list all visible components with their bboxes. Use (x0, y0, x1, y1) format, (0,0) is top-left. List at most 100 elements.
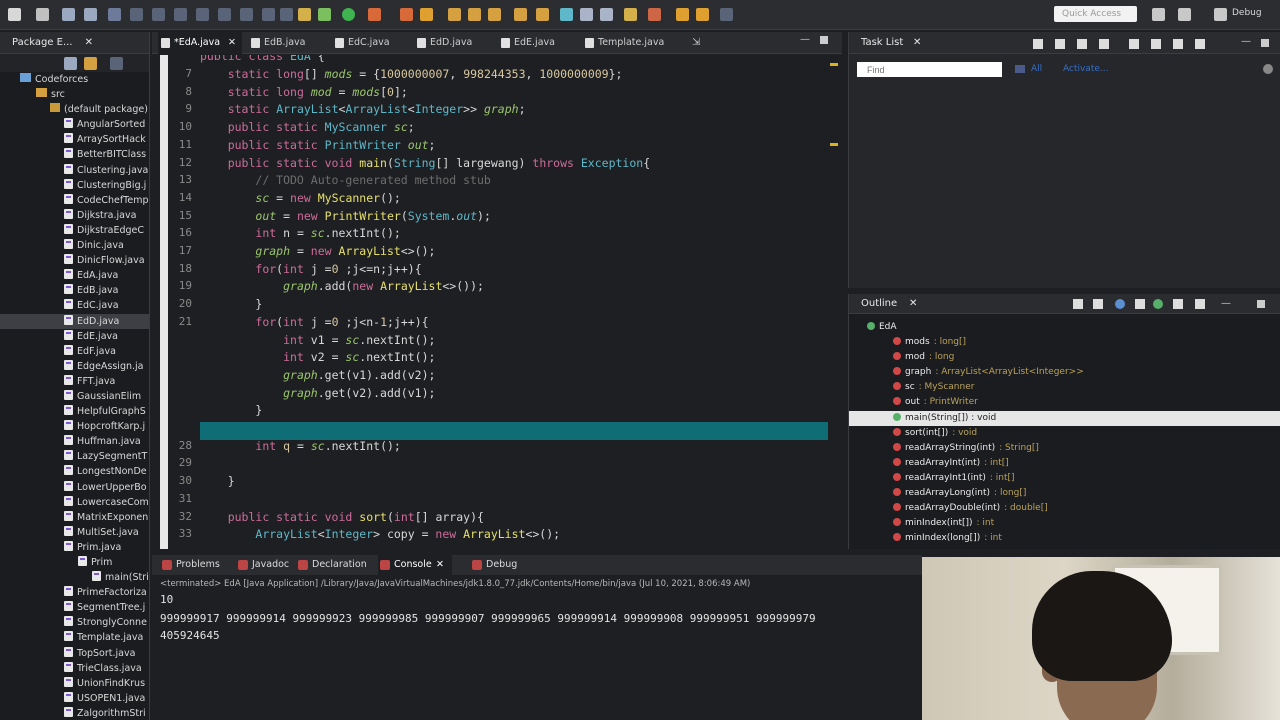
tasks-collapse-icon[interactable] (1077, 39, 1087, 49)
run-icon[interactable] (342, 8, 355, 21)
step-into-icon[interactable] (218, 8, 231, 21)
open-perspective-icon[interactable] (1152, 8, 1165, 21)
file-node[interactable]: FFT.java (0, 374, 149, 389)
file-node[interactable]: PrimeFactoriza (0, 585, 149, 600)
quick-access-input[interactable]: Quick Access (1054, 6, 1137, 22)
forward-icon[interactable] (696, 8, 709, 21)
file-node[interactable]: HelpfulGraphS (0, 404, 149, 419)
outline-member[interactable]: out: PrintWriter (849, 395, 1280, 410)
task-all-link[interactable]: All (1031, 64, 1042, 74)
tab-debug[interactable]: Debug (470, 555, 530, 575)
disconnect-icon[interactable] (196, 8, 209, 21)
file-node[interactable]: MatrixExponen (0, 510, 149, 525)
use-step-filters-icon[interactable] (298, 8, 311, 21)
debug-perspective-icon[interactable] (1214, 8, 1227, 21)
tasks-sync-icon[interactable] (1129, 39, 1139, 49)
task-find-input[interactable] (857, 62, 1002, 77)
file-node[interactable]: LongestNonDe (0, 464, 149, 479)
file-node[interactable]: ArraySortHack (0, 132, 149, 147)
file-node[interactable]: Prim (0, 555, 149, 570)
code-editor[interactable]: 7 8 9 10 11 12 13 14 15 16 17 18 19 20 21 28 29 30 31 32 33 … (152, 55, 842, 549)
tasks-filter-icon[interactable] (1055, 39, 1065, 49)
new-icon[interactable] (8, 8, 21, 21)
hide-static-icon[interactable] (1135, 299, 1145, 309)
file-node[interactable]: ZalgorithmStri (0, 706, 149, 720)
file-node[interactable]: UnionFindKrus (0, 676, 149, 691)
maximize-editor-icon[interactable] (820, 36, 828, 44)
outline-member[interactable]: minIndex(int[]): int (849, 516, 1280, 531)
print-icon[interactable] (84, 8, 97, 21)
tab-edd[interactable]: EdD.java (414, 32, 488, 54)
project-node[interactable]: Codeforces (0, 72, 149, 87)
file-node[interactable]: BetterBITClass (0, 147, 149, 162)
hide-fields-icon[interactable] (1115, 299, 1125, 309)
hide-local-types-icon[interactable] (1173, 299, 1183, 309)
warning-marker[interactable] (830, 143, 838, 146)
file-node[interactable]: LowercaseComme (0, 495, 149, 510)
file-node[interactable]: DinicFlow.java (0, 253, 149, 268)
task-activate-link[interactable]: Activate... (1063, 64, 1108, 74)
file-node[interactable]: USOPEN1.java (0, 691, 149, 706)
tab-template[interactable]: Template.java (582, 32, 682, 54)
sort-icon[interactable] (1093, 299, 1103, 309)
tab-javadoc[interactable]: Javadoc (236, 555, 296, 575)
collapse-all-icon[interactable] (64, 57, 77, 70)
terminate-icon[interactable] (174, 8, 187, 21)
open-task-icon[interactable] (536, 8, 549, 21)
new-class-icon[interactable] (468, 8, 481, 21)
debug-icon[interactable] (318, 8, 331, 21)
tasks-focus-icon[interactable] (1099, 39, 1109, 49)
tab-edc[interactable]: EdC.java (332, 32, 406, 54)
file-node[interactable]: EdF.java (0, 344, 149, 359)
outline-member[interactable]: readArrayInt1(int): int[] (849, 471, 1280, 486)
default-package-node[interactable]: (default package) (0, 102, 149, 117)
file-node[interactable]: SegmentTree.j (0, 600, 149, 615)
file-node[interactable]: TopSort.java (0, 646, 149, 661)
warning-marker[interactable] (830, 63, 838, 66)
new-package-icon[interactable] (448, 8, 461, 21)
file-node[interactable]: Dinic.java (0, 238, 149, 253)
file-node[interactable]: HopcroftKarp.j (0, 419, 149, 434)
suspend-icon[interactable] (152, 8, 165, 21)
outline-member[interactable]: mod: long (849, 350, 1280, 365)
outline-tab[interactable]: Outline ✕ — (849, 294, 1280, 314)
file-node[interactable]: LazySegmentT (0, 449, 149, 464)
file-node[interactable]: ClusteringBig.j (0, 178, 149, 193)
file-node[interactable]: Dijkstra.java (0, 208, 149, 223)
minimize-view-icon[interactable]: — (1241, 36, 1251, 47)
save-icon[interactable] (36, 8, 49, 21)
close-icon[interactable]: ✕ (85, 32, 93, 54)
outline-member[interactable]: graph: ArrayList<ArrayList<Integer>> (849, 365, 1280, 380)
file-node[interactable]: EdE.java (0, 329, 149, 344)
step-return-icon[interactable] (262, 8, 275, 21)
file-node[interactable]: StronglyConne (0, 615, 149, 630)
src-folder-node[interactable]: src (0, 87, 149, 102)
link-editor-icon[interactable] (84, 57, 97, 70)
close-icon[interactable]: ✕ (913, 32, 921, 54)
java-perspective-icon[interactable] (1178, 8, 1191, 21)
outline-member[interactable]: readArrayInt(int): int[] (849, 456, 1280, 471)
file-node[interactable]: EdC.java (0, 298, 149, 313)
hide-nonpublic-icon[interactable] (1153, 299, 1163, 309)
overview-ruler[interactable] (828, 55, 842, 549)
tab-eda[interactable]: *EdA.java ✕ (158, 32, 242, 54)
tab-overflow-icon[interactable]: ⇲ (692, 37, 700, 48)
open-type-icon[interactable] (514, 8, 527, 21)
task-list-toolbar-icon[interactable] (1015, 65, 1025, 73)
outline-member[interactable]: readArrayString(int): String[] (849, 441, 1280, 456)
search-icon[interactable] (560, 8, 573, 21)
file-node[interactable]: main(Stri (0, 570, 149, 585)
resume-icon[interactable] (130, 8, 143, 21)
tab-declaration[interactable]: Declaration (296, 555, 368, 575)
drop-frame-icon[interactable] (280, 8, 293, 21)
tab-console[interactable]: Console ✕ (378, 555, 452, 575)
tasks-view-settings-icon[interactable] (1263, 64, 1273, 74)
outline-member[interactable]: mods: long[] (849, 335, 1280, 350)
minimize-editor-icon[interactable]: — (800, 34, 810, 45)
annotation-icon[interactable] (580, 8, 593, 21)
new-java-project-icon[interactable] (420, 8, 433, 21)
view-menu-icon[interactable] (110, 57, 123, 70)
file-node[interactable]: TrieClass.java (0, 661, 149, 676)
outline-member[interactable]: main(String[]) : void (849, 410, 1280, 426)
minimize-view-icon[interactable]: — (1221, 294, 1231, 314)
